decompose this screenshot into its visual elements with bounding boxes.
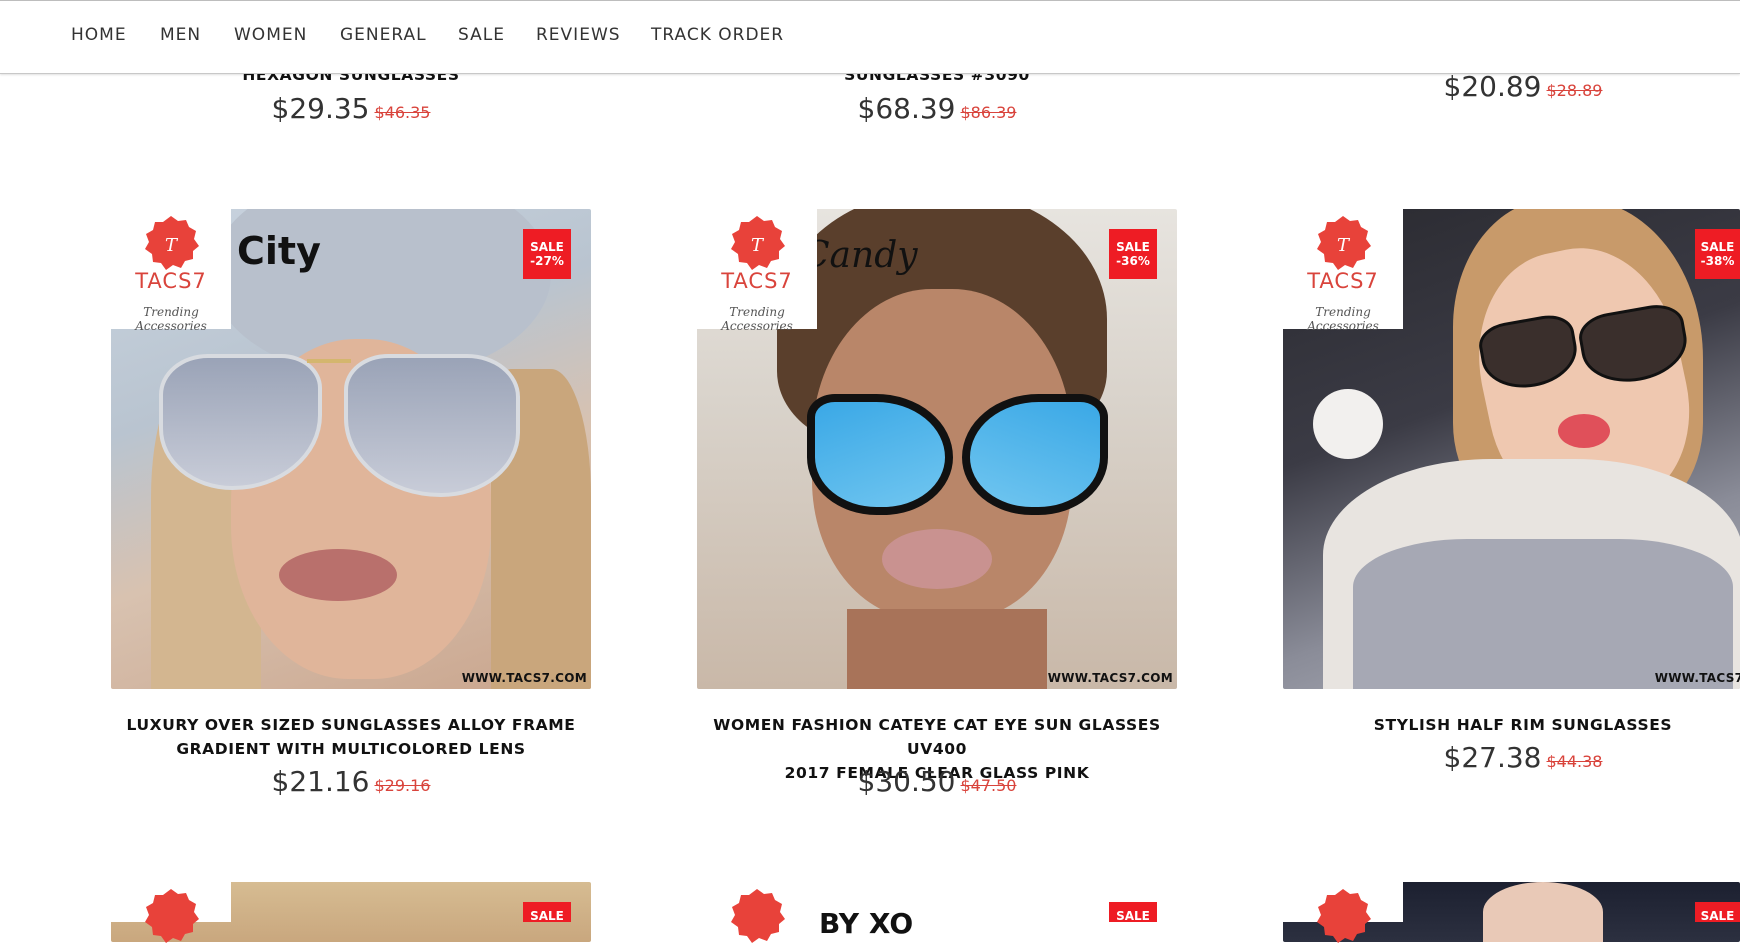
price-row: $68.39 $86.39 (697, 92, 1177, 125)
sale-badge-label: SALE (530, 909, 564, 923)
logo-seal-icon: T (1317, 216, 1371, 270)
svg-text:T: T (165, 235, 179, 256)
product-name[interactable]: LUXURY OVER SIZED SUNGLASSES ALLOY FRAME… (111, 713, 591, 761)
lips-shape (1558, 414, 1610, 448)
product-price: $29.35 (271, 92, 370, 125)
photo-caption: Candy (802, 235, 918, 276)
brand-logo: T TACS7 Trending Accessories (1283, 209, 1403, 333)
product-old-price: $47.50 (960, 776, 1017, 795)
lips-shape (882, 529, 992, 589)
brand-logo: T TACS7 Trending Accessories (697, 209, 817, 333)
logo-seal-icon: T (731, 216, 785, 270)
svg-text:T: T (1337, 235, 1351, 256)
product-name-line2: GRADIENT WITH MULTICOLORED LENS (176, 740, 526, 758)
sale-badge: SALE -36% (1109, 229, 1157, 279)
product-old-price: $86.39 (960, 103, 1017, 122)
brand-logo (111, 882, 231, 943)
sale-badge: SALE -38% (1695, 229, 1740, 279)
price-row: $21.16 $29.16 (111, 765, 591, 798)
product-name-line1: STYLISH HALF RIM SUNGLASSES (1373, 716, 1673, 734)
logo-tagline: Trending Accessories (135, 305, 207, 333)
top-navigation: HOME MEN WOMEN GENERAL SALE REVIEWS TRAC… (0, 0, 1740, 74)
logo-text: TACS7 (135, 269, 207, 293)
sale-badge-label: SALE (1700, 909, 1735, 923)
logo-seal-icon (145, 889, 199, 943)
face-shape (1483, 882, 1603, 942)
sale-badge-label: SALE (1116, 909, 1150, 923)
brand-logo: T TACS7 Trending Accessories (111, 209, 231, 333)
product-price: $27.38 (1443, 741, 1542, 774)
product-name-line1: LUXURY OVER SIZED SUNGLASSES ALLOY FRAME (126, 716, 576, 734)
lens-left (807, 394, 953, 515)
product-price: $30.50 (857, 765, 956, 798)
lips-shape (279, 549, 397, 601)
product-old-price: $44.38 (1546, 752, 1603, 771)
logo-tagline: Trending Accessories (721, 305, 793, 333)
sale-badge-percent: -36% (1116, 254, 1150, 268)
sale-badge-label: SALE (530, 240, 564, 254)
logo-tagline: Trending Accessories (1307, 305, 1379, 333)
sale-badge-label: SALE (1116, 240, 1150, 254)
sale-badge: SALE (523, 902, 571, 923)
watermark-text: WWW.TACS7.COM (1654, 671, 1740, 685)
svg-text:T: T (751, 235, 765, 256)
product-old-price: $46.35 (374, 103, 431, 122)
watermark-text: WWW.TACS7.COM (461, 671, 587, 685)
product-price: $20.89 (1443, 70, 1542, 103)
photo-caption: BY XO (819, 907, 914, 940)
product-price: $21.16 (271, 765, 370, 798)
watermark-text: WWW.TACS7.COM (1047, 671, 1173, 685)
dog-shape (1313, 389, 1383, 459)
brand-logo (1283, 882, 1403, 943)
product-old-price: $29.16 (374, 776, 431, 795)
logo-text: TACS7 (1307, 269, 1379, 293)
sale-badge-label: SALE (1700, 240, 1735, 254)
bridge (307, 359, 351, 373)
nav-men[interactable]: MEN (160, 25, 201, 45)
logo-seal-icon (731, 889, 785, 943)
brand-logo (697, 882, 817, 943)
sale-badge-percent: -38% (1700, 254, 1735, 268)
nav-women[interactable]: WOMEN (234, 25, 307, 45)
product-price: $68.39 (857, 92, 956, 125)
photo-caption: City (237, 229, 321, 273)
logo-text: TACS7 (721, 269, 793, 293)
nav-home[interactable]: HOME (71, 25, 127, 45)
price-row: $29.35 $46.35 (111, 92, 591, 125)
price-row: $27.38 $44.38 (1283, 741, 1740, 774)
logo-seal-icon (1317, 889, 1371, 943)
price-row: $20.89 $28.89 (1283, 70, 1740, 103)
nav-general[interactable]: GENERAL (340, 25, 427, 45)
neck-shape (847, 609, 1047, 689)
price-row: $30.50 $47.50 (697, 765, 1177, 798)
product-old-price: $28.89 (1546, 81, 1603, 100)
sale-badge: SALE (1109, 902, 1157, 923)
product-name-line1: WOMEN FASHION CATEYE CAT EYE SUN GLASSES… (713, 716, 1161, 758)
nav-track-order[interactable]: TRACK ORDER (651, 25, 784, 45)
sale-badge: SALE -27% (523, 229, 571, 279)
shirt-shape (1353, 539, 1733, 689)
nav-sale[interactable]: SALE (458, 25, 505, 45)
sale-badge: SALE (1695, 902, 1740, 923)
lens-right (962, 394, 1108, 515)
product-name[interactable]: STYLISH HALF RIM SUNGLASSES (1283, 713, 1740, 737)
logo-seal-icon: T (145, 216, 199, 270)
nav-reviews[interactable]: REVIEWS (536, 25, 621, 45)
sale-badge-percent: -27% (530, 254, 564, 268)
